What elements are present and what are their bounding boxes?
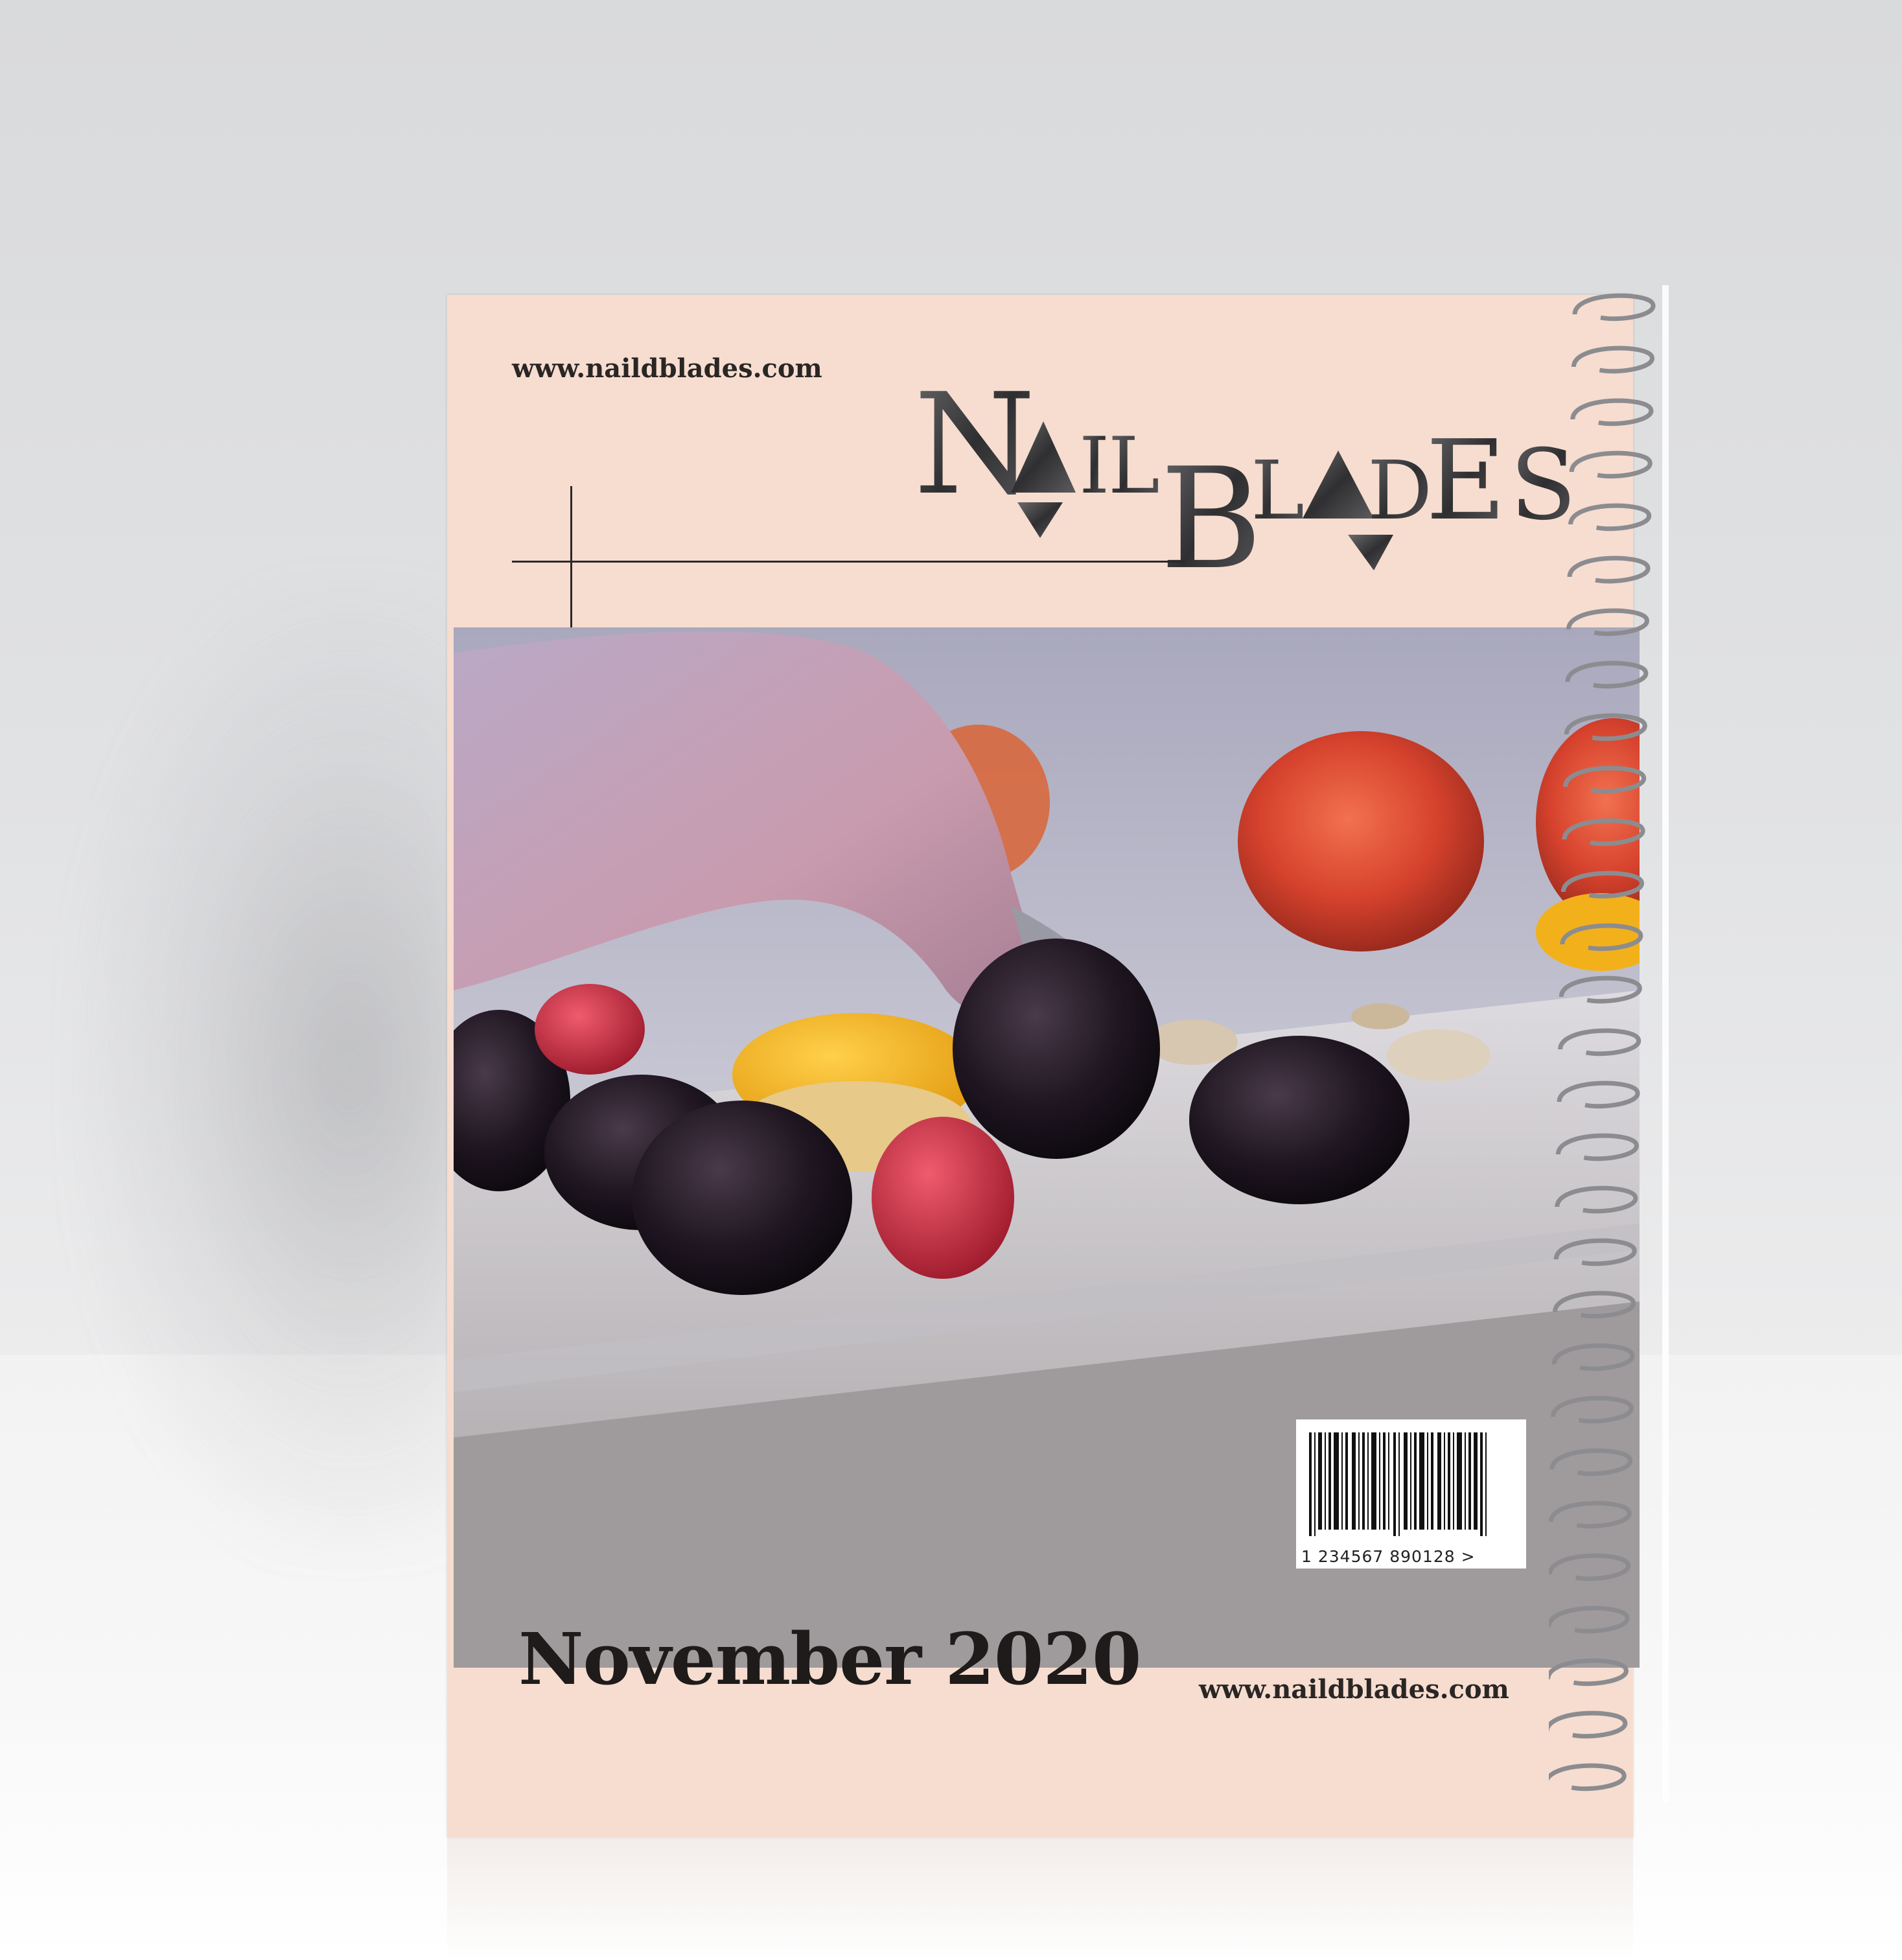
spiral-coil [1549,1448,1633,1476]
spiral-coil [1549,1710,1628,1739]
svg-text:L: L [1108,421,1160,511]
spiral-coil [1567,555,1651,584]
spiral-coil [1557,1080,1640,1109]
spiral-coil [1563,765,1647,794]
spiral-coil [1564,713,1647,741]
spiral-coil [1553,1238,1637,1266]
issue-date: November 2020 [518,1617,1142,1701]
spiral-coil [1549,1500,1632,1529]
url-bottom: www.naildblades.com [1199,1674,1509,1705]
spiral-coil [1551,1343,1635,1371]
spiral-coil [1549,1763,1627,1791]
spiral-coil [1570,398,1654,426]
spiral-coil [1560,923,1643,951]
spiral-coil [1568,503,1652,531]
url-top: www.naildblades.com [512,353,822,384]
spiral-coil [1560,870,1644,899]
spiral-coil [1562,818,1645,846]
svg-text:N: N [914,369,1036,526]
barcode-bars [1309,1432,1487,1536]
table-reflection [447,1838,1633,1960]
notebook-shadow [78,583,467,1556]
spiral-coil [1571,345,1654,374]
barcode-digits: 1 234567 890128 > [1301,1547,1476,1566]
svg-text:L: L [1251,444,1305,538]
spiral-coil [1555,1133,1639,1161]
rule-top-horizontal [512,561,1186,563]
spiral-coil [1565,660,1649,689]
spiral-coil [1569,450,1653,479]
magazine-back-cover: www.naildblades.com N I L B L D E S 1 23… [447,295,1640,1838]
spiral-coil [1549,1553,1631,1581]
svg-text:D: D [1367,444,1432,538]
photo-scene: www.naildblades.com N I L B L D E S 1 23… [0,0,1902,1960]
spiral-coil [1549,1605,1630,1634]
spiral-coil [1558,1028,1641,1056]
brand-logo: N I L B L D E S [914,369,1577,583]
spiral-binding [1549,285,1669,1802]
barcode: 1 234567 890128 > [1296,1419,1526,1569]
spiral-coil [1553,1290,1636,1319]
svg-text:I: I [1079,421,1109,511]
svg-text:E: E [1426,417,1506,545]
spiral-coil [1566,608,1649,636]
spiral-coil [1549,1658,1629,1686]
spiral-coil [1572,293,1656,321]
spiral-coil [1555,1185,1638,1214]
spiral-coil [1559,975,1642,1004]
spiral-coil [1550,1395,1634,1424]
